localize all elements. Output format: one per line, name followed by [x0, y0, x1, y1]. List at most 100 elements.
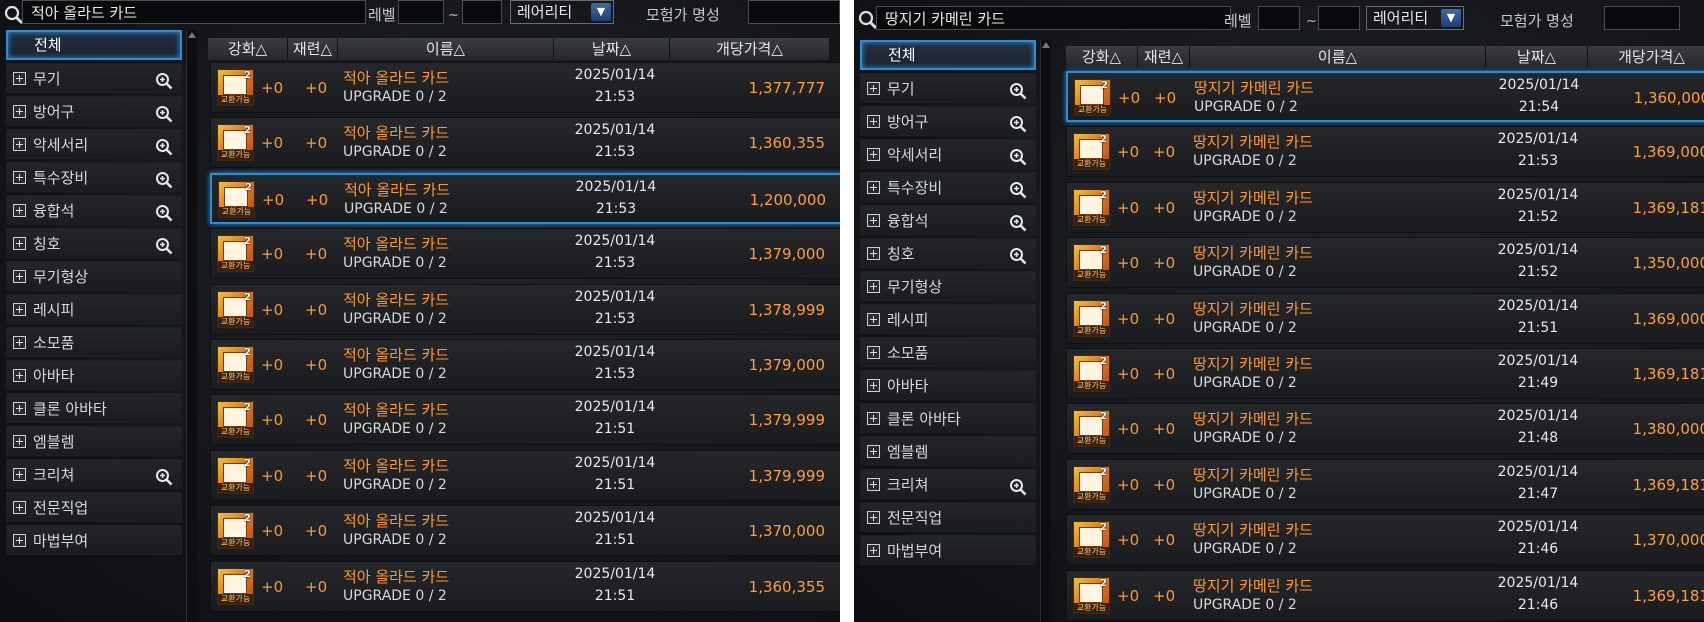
- category-item[interactable]: 악세서리: [6, 129, 182, 159]
- table-row[interactable]: 2 교환가능 +0 +0 땅지기 카메린 카드 UPGRADE 0 / 2 2025/01/…: [1066, 514, 1704, 566]
- category-item[interactable]: 방어구: [6, 96, 182, 126]
- table-row[interactable]: 2 교환가능 +0 +0 땅지기 카메린 카드 UPGRADE 0 / 2 2025/01/…: [1066, 458, 1704, 510]
- level-min-input[interactable]: [398, 0, 444, 24]
- scroll-up-icon[interactable]: [188, 32, 196, 38]
- category-item[interactable]: 소모품: [6, 327, 182, 357]
- category-scrollbar[interactable]: [186, 30, 197, 622]
- zoom-icon[interactable]: [1009, 146, 1027, 166]
- category-item[interactable]: 레시피: [6, 294, 182, 324]
- category-item[interactable]: 소모품: [860, 337, 1036, 367]
- expand-icon[interactable]: [867, 148, 880, 161]
- category-item[interactable]: 마법부여: [6, 525, 182, 555]
- price-column-header[interactable]: 개당가격△: [670, 38, 830, 60]
- date-column-header[interactable]: 날짜△: [554, 38, 670, 60]
- table-row[interactable]: 2 교환가능 +0 +0 땅지기 카메린 카드 UPGRADE 0 / 2 2025/01/…: [1066, 348, 1704, 399]
- date-column-header[interactable]: 날짜△: [1486, 46, 1588, 68]
- expand-icon[interactable]: [13, 534, 26, 547]
- zoom-icon[interactable]: [155, 70, 173, 90]
- category-item[interactable]: 무기형상: [860, 271, 1036, 301]
- table-row[interactable]: 2 교환가능 +0 +0 적아 올라드 카드 UPGRADE 0 / 2 2025/01/1…: [210, 560, 840, 612]
- category-item[interactable]: 크리쳐: [860, 469, 1036, 499]
- table-row[interactable]: 2 교환가능 +0 +0 적아 올라드 카드 UPGRADE 0 / 2 2025/01/1…: [210, 172, 840, 224]
- expand-icon[interactable]: [867, 214, 880, 227]
- expand-icon[interactable]: [13, 204, 26, 217]
- scroll-up-icon[interactable]: [1042, 42, 1050, 48]
- table-row[interactable]: 2 교환가능 +0 +0 적아 올라드 카드 UPGRADE 0 / 2 2025/01/1…: [210, 394, 840, 446]
- table-row[interactable]: 2 교환가능 +0 +0 땅지기 카메린 카드 UPGRADE 0 / 2 2025/01/…: [1066, 126, 1704, 178]
- category-item[interactable]: 전체: [860, 40, 1036, 70]
- category-item[interactable]: 특수장비: [860, 172, 1036, 202]
- expand-icon[interactable]: [13, 303, 26, 316]
- category-item[interactable]: 무기: [860, 73, 1036, 103]
- category-item[interactable]: 전문직업: [860, 502, 1036, 532]
- expand-icon[interactable]: [867, 412, 880, 425]
- expand-icon[interactable]: [867, 247, 880, 260]
- category-item[interactable]: 레시피: [860, 304, 1036, 334]
- reputation-input[interactable]: [748, 0, 840, 24]
- category-item[interactable]: 아바타: [6, 360, 182, 390]
- reputation-input[interactable]: [1604, 6, 1680, 30]
- category-item[interactable]: 무기형상: [6, 261, 182, 291]
- table-row[interactable]: 2 교환가능 +0 +0 땅지기 카메린 카드 UPGRADE 0 / 2 2025/01/…: [1066, 71, 1704, 122]
- category-item[interactable]: 무기: [6, 63, 182, 93]
- expand-icon[interactable]: [867, 346, 880, 359]
- expand-icon[interactable]: [13, 105, 26, 118]
- table-row[interactable]: 2 교환가능 +0 +0 적아 올라드 카드 UPGRADE 0 / 2 2025/01/1…: [210, 62, 840, 113]
- search-icon[interactable]: [858, 10, 878, 30]
- price-column-header[interactable]: 개당가격△: [1588, 46, 1704, 68]
- table-row[interactable]: 2 교환가능 +0 +0 적아 올라드 카드 UPGRADE 0 / 2 2025/01/1…: [210, 449, 840, 501]
- category-item[interactable]: 크리쳐: [6, 459, 182, 489]
- zoom-icon[interactable]: [155, 103, 173, 123]
- expand-icon[interactable]: [13, 270, 26, 283]
- expand-icon[interactable]: [867, 379, 880, 392]
- name-column-header[interactable]: 이름△: [338, 38, 554, 60]
- category-item[interactable]: 전체: [6, 30, 182, 60]
- expand-icon[interactable]: [867, 544, 880, 557]
- expand-icon[interactable]: [867, 313, 880, 326]
- name-column-header[interactable]: 이름△: [1190, 46, 1486, 68]
- expand-icon[interactable]: [13, 237, 26, 250]
- expand-icon[interactable]: [13, 336, 26, 349]
- category-item[interactable]: 마법부여: [860, 535, 1036, 565]
- zoom-icon[interactable]: [155, 136, 173, 156]
- zoom-icon[interactable]: [155, 235, 173, 255]
- table-row[interactable]: 2 교환가능 +0 +0 적아 올라드 카드 UPGRADE 0 / 2 2025/01/1…: [210, 505, 840, 557]
- expand-icon[interactable]: [13, 72, 26, 85]
- zoom-icon[interactable]: [1009, 179, 1027, 199]
- expand-icon[interactable]: [13, 468, 26, 481]
- expand-icon[interactable]: [867, 82, 880, 95]
- expand-icon[interactable]: [867, 280, 880, 293]
- chevron-down-icon[interactable]: ▼: [591, 3, 611, 21]
- search-input[interactable]: 땅지기 카메린 카드: [876, 6, 1231, 30]
- table-row[interactable]: 2 교환가능 +0 +0 적아 올라드 카드 UPGRADE 0 / 2 2025/01/1…: [210, 117, 840, 169]
- enhance-column-header[interactable]: 강화△: [208, 38, 288, 60]
- expand-icon[interactable]: [13, 138, 26, 151]
- table-row[interactable]: 2 교환가능 +0 +0 땅지기 카메린 카드 UPGRADE 0 / 2 2025/01/…: [1066, 237, 1704, 289]
- rarity-select[interactable]: 레어리티 ▼: [1366, 6, 1464, 30]
- category-item[interactable]: 전문직업: [6, 492, 182, 522]
- zoom-icon[interactable]: [155, 169, 173, 189]
- expand-icon[interactable]: [13, 435, 26, 448]
- category-item[interactable]: 특수장비: [6, 162, 182, 192]
- chevron-down-icon[interactable]: ▼: [1441, 9, 1461, 27]
- zoom-icon[interactable]: [1009, 245, 1027, 265]
- category-item[interactable]: 클론 아바타: [860, 403, 1036, 433]
- category-item[interactable]: 칭호: [6, 228, 182, 258]
- expand-icon[interactable]: [13, 369, 26, 382]
- expand-icon[interactable]: [867, 511, 880, 524]
- table-row[interactable]: 2 교환가능 +0 +0 적아 올라드 카드 UPGRADE 0 / 2 2025/01/1…: [210, 228, 840, 280]
- expand-icon[interactable]: [13, 501, 26, 514]
- expand-icon[interactable]: [867, 478, 880, 491]
- expand-icon[interactable]: [13, 402, 26, 415]
- table-row[interactable]: 2 교환가능 +0 +0 땅지기 카메린 카드 UPGRADE 0 / 2 2025/01/…: [1066, 292, 1704, 344]
- refine-column-header[interactable]: 재련△: [288, 38, 338, 60]
- zoom-icon[interactable]: [1009, 476, 1027, 496]
- table-row[interactable]: 2 교환가능 +0 +0 땅지기 카메린 카드 UPGRADE 0 / 2 2025/01/…: [1066, 569, 1704, 621]
- category-item[interactable]: 아바타: [860, 370, 1036, 400]
- refine-column-header[interactable]: 재련△: [1138, 46, 1190, 68]
- expand-icon[interactable]: [867, 115, 880, 128]
- category-scrollbar[interactable]: [1040, 40, 1051, 622]
- enhance-column-header[interactable]: 강화△: [1066, 46, 1138, 68]
- search-input[interactable]: 적아 올라드 카드: [22, 0, 366, 24]
- rarity-select[interactable]: 레어리티 ▼: [510, 0, 614, 24]
